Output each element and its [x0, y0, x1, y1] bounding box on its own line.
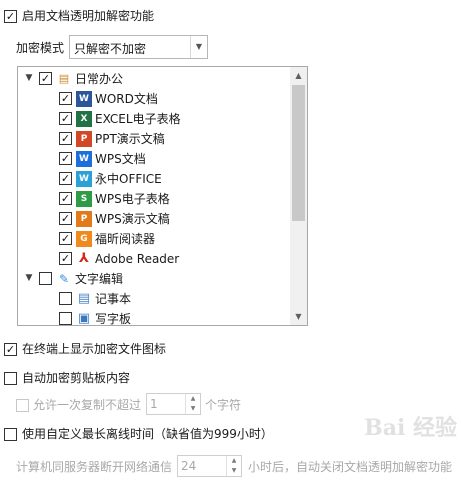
chevron-down-icon[interactable]: ▼ [190, 36, 207, 58]
tree-item[interactable]: ✓ P PPT演示文稿 [18, 129, 290, 149]
application-tree[interactable]: ▼ ✓ ▤ 日常办公 ✓ W WORD文档 ✓ X EXCEL电子表格 ✓ P … [17, 66, 308, 326]
item-checkbox[interactable]: ✓ [59, 212, 72, 225]
group-text-editing-label: 文字编辑 [75, 272, 124, 286]
item-checkbox[interactable]: ✓ [59, 152, 72, 165]
scroll-down-icon[interactable]: ▼ [290, 308, 307, 325]
foxit-reader-icon: G [76, 231, 92, 247]
offline-hours-value: 24 [181, 459, 197, 473]
notepad-icon: ▤ [76, 291, 92, 307]
collapse-icon[interactable]: ▼ [24, 272, 34, 284]
baidu-watermark: Bai 经验 [364, 415, 457, 441]
item-checkbox[interactable]: ✓ [59, 132, 72, 145]
tree-group-office[interactable]: ▼ ✓ ▤ 日常办公 [18, 69, 290, 89]
allow-copy-stepper[interactable]: 1 ▲ ▼ [146, 393, 201, 415]
allow-copy-value: 1 [150, 397, 158, 411]
text-edit-group-icon: ✎ [56, 271, 72, 287]
item-label: EXCEL电子表格 [95, 112, 181, 126]
enable-transparent-label: 启用文档透明加解密功能 [22, 9, 155, 23]
adobe-reader-icon: ⅄ [76, 251, 92, 267]
item-label: 福昕阅读器 [95, 232, 156, 246]
allow-copy-label: 允许一次复制不超过 [33, 398, 142, 412]
item-checkbox[interactable] [59, 312, 72, 325]
show-icon-label: 在终端上显示加密文件图标 [22, 342, 167, 356]
wps-presentation-icon: P [76, 211, 92, 227]
item-label: 写字板 [95, 312, 132, 326]
item-checkbox[interactable]: ✓ [59, 92, 72, 105]
word-icon: W [76, 91, 92, 107]
offline-prefix-label: 计算机同服务器断开网络通信 [16, 460, 173, 474]
show-icon-checkbox[interactable]: ✓ [4, 343, 17, 356]
item-checkbox[interactable]: ✓ [59, 112, 72, 125]
scroll-thumb[interactable] [292, 85, 305, 221]
item-label: WPS演示文稿 [95, 212, 170, 226]
tree-item[interactable]: ✓ P WPS演示文稿 [18, 209, 290, 229]
item-label: WORD文档 [95, 92, 158, 106]
tree-item[interactable]: ✓ W WPS文档 [18, 149, 290, 169]
wps-writer-icon: W [76, 151, 92, 167]
encryption-mode-value: 只解密不加密 [74, 42, 147, 56]
custom-offline-label: 使用自定义最长离线时间（缺省值为999小时） [22, 427, 273, 441]
scroll-up-icon[interactable]: ▲ [290, 67, 307, 84]
ppt-icon: P [76, 131, 92, 147]
chevron-down-icon[interactable]: ▼ [227, 466, 241, 476]
tree-item[interactable]: ▤ 记事本 [18, 289, 290, 309]
wps-spreadsheet-icon: S [76, 191, 92, 207]
item-checkbox[interactable]: ✓ [59, 172, 72, 185]
tree-group-text-editing[interactable]: ▼ ✎ 文字编辑 [18, 269, 290, 289]
item-checkbox[interactable]: ✓ [59, 252, 72, 265]
item-label: PPT演示文稿 [95, 132, 165, 146]
item-checkbox[interactable] [59, 292, 72, 305]
auto-clipboard-label: 自动加密剪贴板内容 [22, 371, 131, 385]
tree-item[interactable]: ✓ W WORD文档 [18, 89, 290, 109]
item-checkbox[interactable]: ✓ [59, 232, 72, 245]
stepper-buttons[interactable]: ▲ ▼ [226, 456, 241, 476]
chevron-up-icon[interactable]: ▲ [227, 456, 241, 466]
group-office-label: 日常办公 [75, 72, 124, 86]
chevron-down-icon[interactable]: ▼ [186, 404, 200, 414]
item-label: 记事本 [95, 292, 132, 306]
allow-copy-checkbox[interactable] [16, 399, 29, 412]
collapse-icon[interactable]: ▼ [24, 72, 34, 84]
encryption-mode-select[interactable]: 只解密不加密 ▼ [69, 35, 208, 59]
group-text-editing-checkbox[interactable] [39, 272, 52, 285]
offline-suffix-label: 小时后，自动关闭文档透明加解密功能 [248, 460, 453, 474]
yozo-office-icon: W [76, 171, 92, 187]
item-checkbox[interactable]: ✓ [59, 192, 72, 205]
encryption-mode-label: 加密模式 [16, 41, 65, 55]
tree-item[interactable]: ▣ 写字板 [18, 309, 290, 326]
tree-item[interactable]: ✓ W 永中OFFICE [18, 169, 290, 189]
chevron-up-icon[interactable]: ▲ [186, 394, 200, 404]
item-label: WPS文档 [95, 152, 146, 166]
enable-transparent-checkbox[interactable]: ✓ [4, 10, 17, 23]
tree-item[interactable]: ✓ G 福昕阅读器 [18, 229, 290, 249]
item-label: WPS电子表格 [95, 192, 170, 206]
custom-offline-checkbox[interactable] [4, 428, 17, 441]
stepper-buttons[interactable]: ▲ ▼ [185, 394, 200, 414]
wordpad-icon: ▣ [76, 311, 92, 326]
item-label: Adobe Reader [95, 252, 180, 266]
item-label: 永中OFFICE [95, 172, 162, 186]
allow-copy-unit: 个字符 [205, 398, 242, 412]
group-office-checkbox[interactable]: ✓ [39, 72, 52, 85]
tree-item[interactable]: ✓ X EXCEL电子表格 [18, 109, 290, 129]
auto-clipboard-checkbox[interactable] [4, 372, 17, 385]
offline-hours-stepper[interactable]: 24 ▲ ▼ [177, 455, 242, 477]
office-group-icon: ▤ [56, 71, 72, 87]
tree-item[interactable]: ✓ ⅄ Adobe Reader [18, 249, 290, 269]
tree-item[interactable]: ✓ S WPS电子表格 [18, 189, 290, 209]
tree-scrollbar[interactable]: ▲ ▼ [290, 67, 307, 325]
excel-icon: X [76, 111, 92, 127]
